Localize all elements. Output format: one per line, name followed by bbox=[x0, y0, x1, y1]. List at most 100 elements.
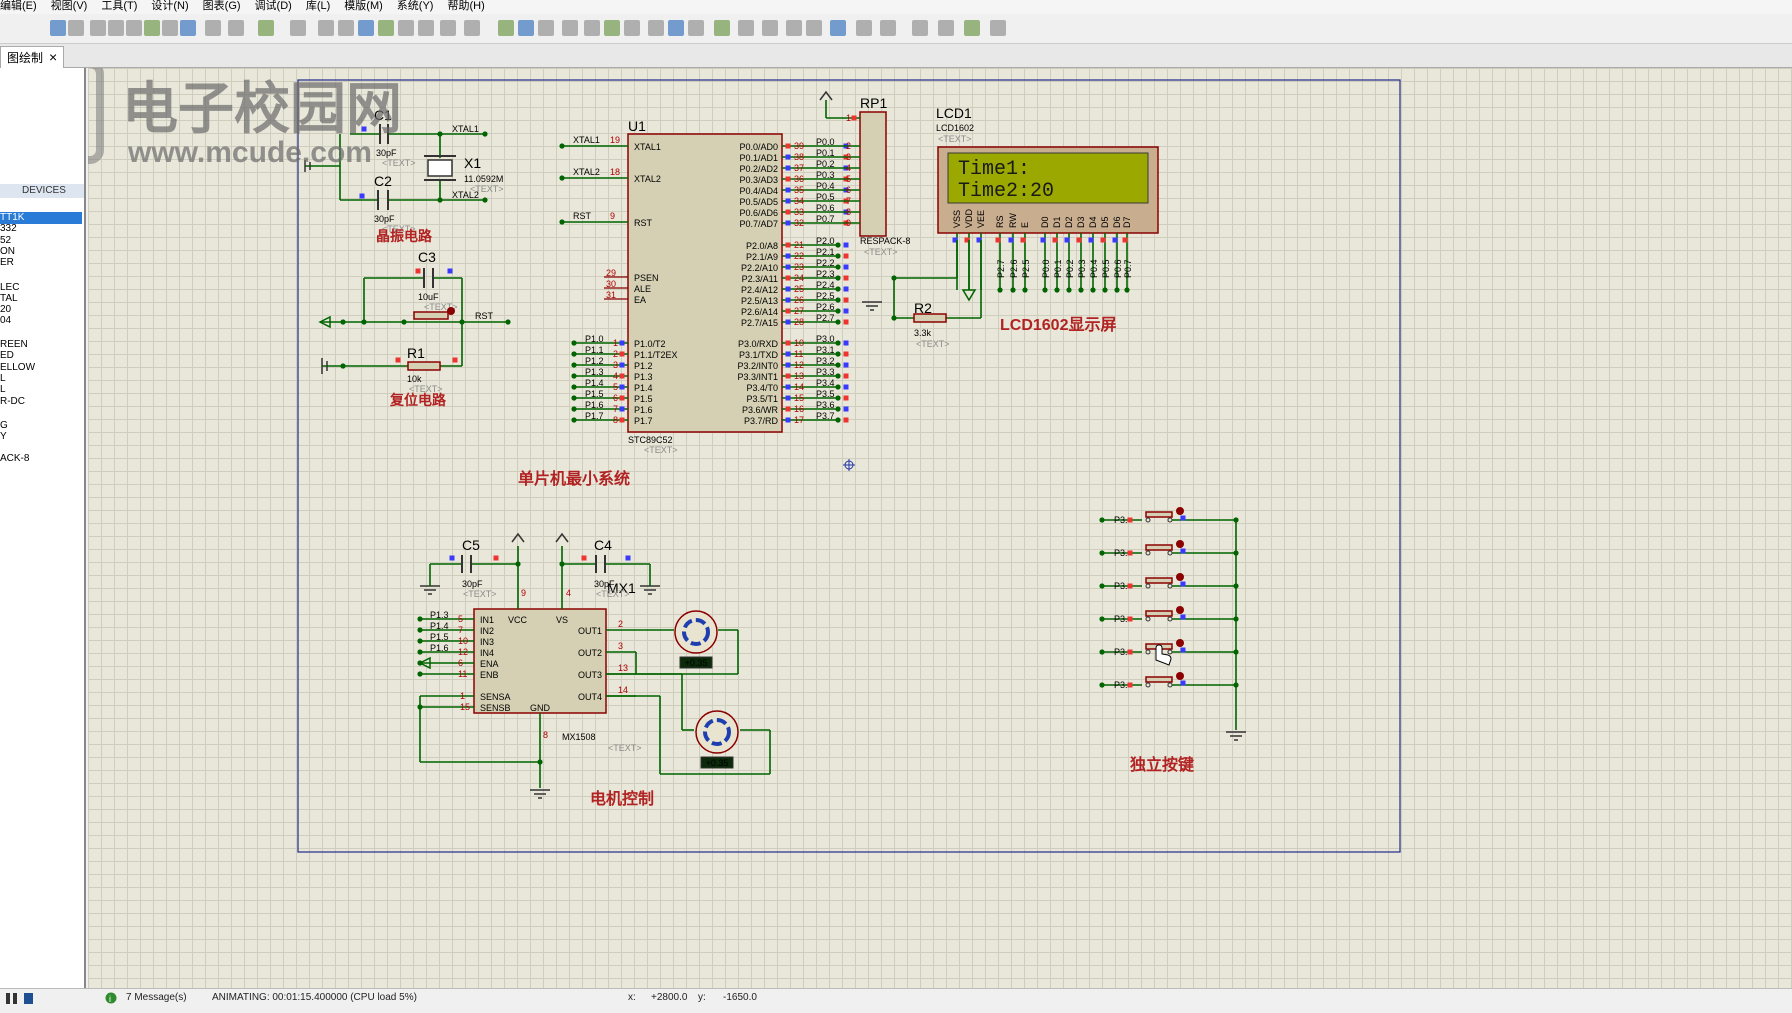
menu-item-2[interactable]: 工具(T) bbox=[101, 0, 137, 13]
toolbar-button-icon[interactable] bbox=[786, 20, 802, 36]
menu-item-0[interactable]: 编辑(E) bbox=[0, 0, 37, 13]
toolbar-button-icon[interactable] bbox=[856, 20, 872, 36]
tab-schematic[interactable]: 图绘制 × bbox=[0, 46, 65, 68]
push-button[interactable] bbox=[1145, 676, 1173, 683]
pause-icon[interactable] bbox=[4, 990, 34, 1013]
device-list-item[interactable]: ED bbox=[0, 350, 14, 362]
menu-item-1[interactable]: 视图(V) bbox=[51, 0, 88, 13]
push-button[interactable] bbox=[1145, 544, 1173, 551]
toolbar-button-icon[interactable] bbox=[806, 20, 822, 36]
net-label: P2.0 bbox=[816, 236, 835, 246]
toolbar-button-icon[interactable] bbox=[464, 20, 480, 36]
push-button[interactable] bbox=[1145, 610, 1173, 617]
toolbar-button-icon[interactable] bbox=[518, 20, 534, 36]
toolbar-button-icon[interactable] bbox=[162, 20, 178, 36]
rp1-pin-number: 3 bbox=[846, 152, 851, 162]
resistor-r1 bbox=[407, 361, 441, 371]
toolbar-button-icon[interactable] bbox=[624, 20, 640, 36]
dc-motor-icon[interactable] bbox=[674, 610, 718, 654]
net-terminal bbox=[571, 362, 577, 368]
toolbar-button-icon[interactable] bbox=[290, 20, 306, 36]
pin-number: 37 bbox=[794, 163, 804, 173]
device-list-item[interactable]: L bbox=[0, 384, 6, 396]
pin-state-marker bbox=[785, 297, 791, 303]
toolbar-button-icon[interactable] bbox=[338, 20, 354, 36]
gnd-pin-number: 8 bbox=[543, 730, 548, 740]
toolbar-button-icon[interactable] bbox=[378, 20, 394, 36]
x1-value: 11.0592M bbox=[464, 174, 503, 184]
toolbar-button-icon[interactable] bbox=[990, 20, 1006, 36]
device-list-item[interactable]: Y bbox=[0, 431, 7, 443]
toolbar-button-icon[interactable] bbox=[538, 20, 554, 36]
toolbar-button-icon[interactable] bbox=[228, 20, 244, 36]
reset-button[interactable] bbox=[413, 311, 449, 320]
toolbar-button-icon[interactable] bbox=[938, 20, 954, 36]
toolbar-button-icon[interactable] bbox=[318, 20, 334, 36]
pin-name: IN4 bbox=[480, 648, 494, 658]
toolbar-button-icon[interactable] bbox=[90, 20, 106, 36]
toolbar-button-icon[interactable] bbox=[50, 20, 66, 36]
toolbar-button-icon[interactable] bbox=[880, 20, 896, 36]
schematic-canvas[interactable]: C1 30pF <TEXT> C2 30pF <TEXT> X1 11.0592M <TEXT>… bbox=[88, 68, 1792, 988]
pin-number: 33 bbox=[794, 207, 804, 217]
lcd-net-label: P0.7 bbox=[1123, 259, 1133, 278]
toolbar-button-icon[interactable] bbox=[648, 20, 664, 36]
pin-name: P2.6/A14 bbox=[741, 307, 778, 317]
device-list-item[interactable]: R-DC bbox=[0, 396, 25, 408]
toolbar-button-icon[interactable] bbox=[108, 20, 124, 36]
pin-state-marker bbox=[1127, 583, 1133, 589]
toolbar-button-icon[interactable] bbox=[398, 20, 414, 36]
toolbar-button-icon[interactable] bbox=[688, 20, 704, 36]
toolbar-button-icon[interactable] bbox=[498, 20, 514, 36]
pin-state-marker bbox=[619, 340, 625, 346]
device-list-item[interactable]: 332 bbox=[0, 223, 17, 235]
toolbar-button-icon[interactable] bbox=[358, 20, 374, 36]
net-terminal bbox=[571, 417, 577, 423]
toolbar-button-icon[interactable] bbox=[738, 20, 754, 36]
toolbar-button-icon[interactable] bbox=[126, 20, 142, 36]
junction-dot bbox=[340, 363, 346, 369]
toolbar-button-icon[interactable] bbox=[668, 20, 684, 36]
toolbar-button-icon[interactable] bbox=[714, 20, 730, 36]
menu-item-7[interactable]: 模版(M) bbox=[344, 0, 383, 13]
pin-number: 6 bbox=[613, 393, 618, 403]
menu-item-8[interactable]: 系统(Y) bbox=[397, 0, 434, 13]
pin-name: P1.6 bbox=[634, 405, 653, 415]
toolbar-button-icon[interactable] bbox=[144, 20, 160, 36]
lcd-pin-name: RW bbox=[1008, 213, 1018, 228]
toolbar-button-icon[interactable] bbox=[418, 20, 434, 36]
toolbar-button-icon[interactable] bbox=[604, 20, 620, 36]
messages-count[interactable]: 7 Message(s) bbox=[126, 989, 187, 1007]
button-net-label: P3. bbox=[1114, 647, 1128, 657]
pin-name: IN1 bbox=[480, 615, 494, 625]
pin-name: P3.5/T1 bbox=[746, 394, 778, 404]
dc-motor-icon[interactable] bbox=[695, 710, 739, 754]
r2-value: 3.3k bbox=[914, 328, 932, 338]
toolbar-button-icon[interactable] bbox=[180, 20, 196, 36]
toolbar-button-icon[interactable] bbox=[205, 20, 221, 36]
menu-item-3[interactable]: 设计(N) bbox=[151, 0, 188, 13]
toolbar-button-icon[interactable] bbox=[762, 20, 778, 36]
schematic-svg[interactable]: C130pF<TEXT>C230pF<TEXT>X111.0592M<TEXT>… bbox=[88, 68, 1792, 988]
close-icon[interactable]: × bbox=[49, 49, 57, 65]
device-list-item[interactable]: ER bbox=[0, 257, 14, 269]
pin-name: P1.5 bbox=[634, 394, 653, 404]
menu-item-9[interactable]: 帮助(H) bbox=[447, 0, 484, 13]
toolbar-button-icon[interactable] bbox=[584, 20, 600, 36]
device-list-item[interactable]: 04 bbox=[0, 315, 11, 327]
toolbar-button-icon[interactable] bbox=[440, 20, 456, 36]
push-button[interactable] bbox=[1145, 511, 1173, 518]
menu-item-6[interactable]: 库(L) bbox=[306, 0, 330, 13]
toolbar-button-icon[interactable] bbox=[562, 20, 578, 36]
menu-item-4[interactable]: 图表(G) bbox=[203, 0, 241, 13]
push-button[interactable] bbox=[1145, 577, 1173, 584]
toolbar-button-icon[interactable] bbox=[964, 20, 980, 36]
toolbar-button-icon[interactable] bbox=[912, 20, 928, 36]
pin-number: 30 bbox=[606, 279, 616, 289]
toolbar-button-icon[interactable] bbox=[830, 20, 846, 36]
pin-state-marker bbox=[1112, 237, 1118, 243]
toolbar-button-icon[interactable] bbox=[68, 20, 84, 36]
device-list-item[interactable]: ACK-8 bbox=[0, 453, 29, 465]
menu-item-5[interactable]: 调试(D) bbox=[255, 0, 292, 13]
toolbar-button-icon[interactable] bbox=[258, 20, 274, 36]
